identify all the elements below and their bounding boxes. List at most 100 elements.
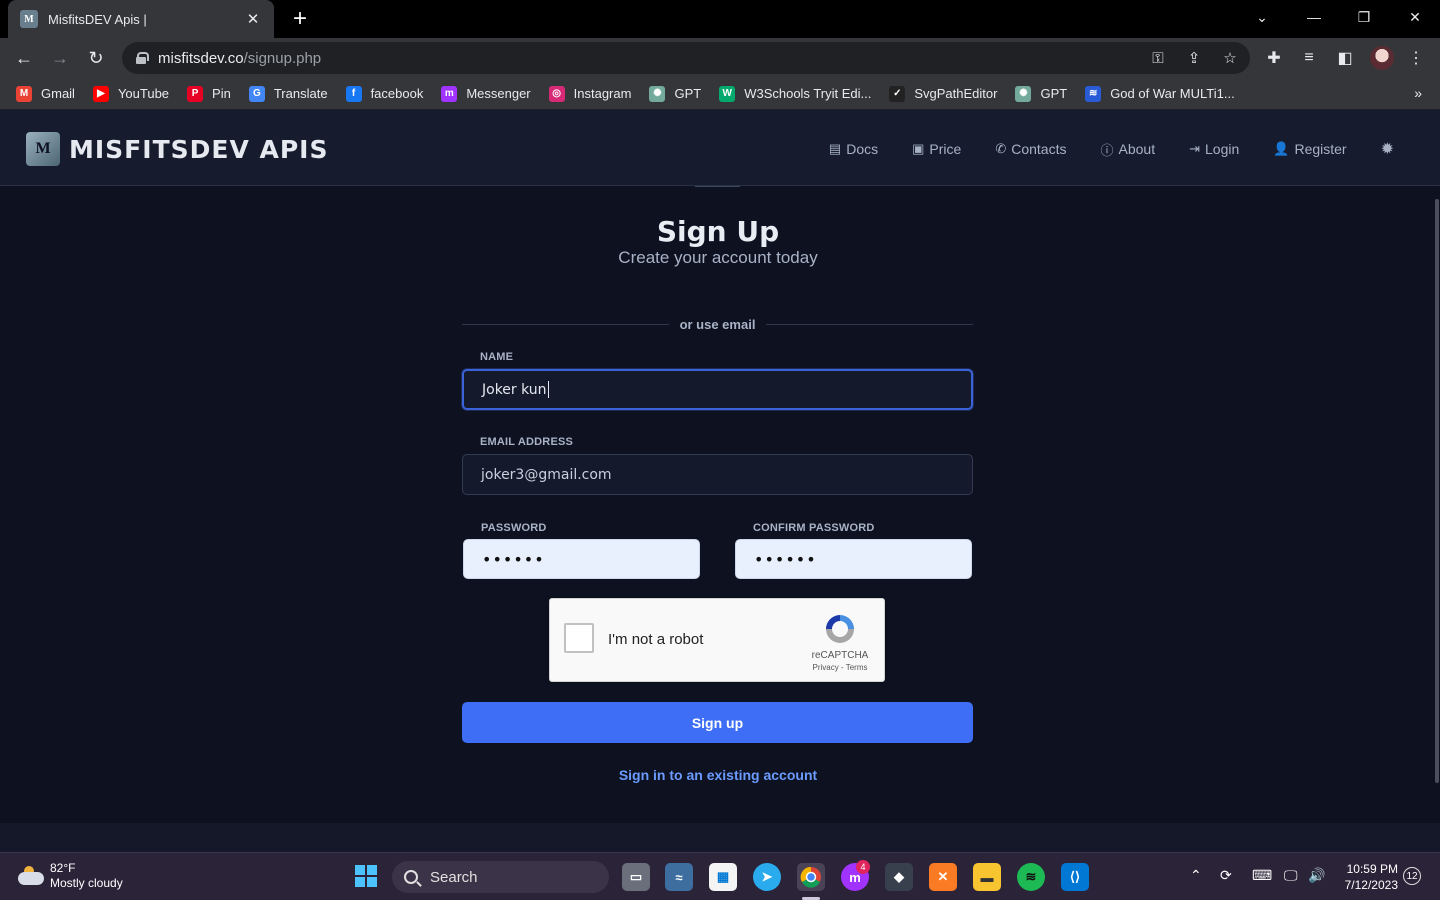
nav-login[interactable]: ⇥ Login: [1189, 141, 1239, 157]
site-logo[interactable]: M MISFITSDEV APIS: [26, 132, 328, 166]
tab-close-icon[interactable]: ✕: [244, 10, 262, 28]
page-scrollbar[interactable]: [1434, 187, 1440, 823]
bookmark-label: GPT: [674, 86, 702, 101]
bookmarks-overflow-icon[interactable]: »: [1414, 85, 1422, 101]
bookmark-item[interactable]: m Messenger: [441, 85, 531, 102]
minimize-icon[interactable]: —: [1291, 0, 1337, 34]
show-hidden-icons-icon[interactable]: ⌃: [1190, 867, 1202, 884]
nav-about[interactable]: ⓘ About: [1100, 140, 1155, 159]
chrome-menu-icon[interactable]: ⋮: [1404, 46, 1428, 70]
nav-docs[interactable]: ▤ Docs: [829, 141, 878, 157]
restore-icon[interactable]: ❐: [1341, 0, 1387, 34]
nav-label: Login: [1205, 141, 1240, 157]
password-input[interactable]: ••••••: [463, 539, 700, 579]
bookmark-item[interactable]: P Pin: [187, 85, 231, 102]
pinterest-icon: P: [187, 85, 204, 102]
media-queue-icon[interactable]: ≡: [1297, 46, 1321, 70]
vscode-icon[interactable]: ⟨⟩: [1061, 863, 1089, 891]
spotify-icon[interactable]: ≋: [1017, 863, 1045, 891]
recaptcha-brand: reCAPTCHA: [811, 650, 869, 661]
nav-label: Contacts: [1011, 141, 1067, 157]
bookmark-item[interactable]: ✺ GPT: [1015, 85, 1067, 102]
main-nav: ▤ Docs ▣ Price ✆ Contacts ⓘ About ⇥ Login 👤 Registe…: [795, 139, 1394, 159]
network-icon[interactable]: 🖵: [1284, 867, 1298, 884]
chrome-taskbar-icon[interactable]: [797, 863, 825, 891]
file-explorer-icon[interactable]: ▬: [973, 863, 1001, 891]
notification-center-badge[interactable]: 12: [1403, 867, 1421, 885]
address-bar[interactable]: misfitsdev.co/signup.php ⚿ ⇪ ☆: [122, 42, 1250, 74]
lock-icon[interactable]: [136, 52, 149, 64]
name-label: NAME: [480, 351, 514, 363]
reload-icon[interactable]: ↻: [82, 44, 110, 72]
nav-price[interactable]: ▣ Price: [912, 141, 961, 157]
sign-in-link[interactable]: Sign in to an existing account: [0, 767, 1436, 783]
name-input[interactable]: Joker kun: [462, 369, 973, 410]
volume-icon[interactable]: 🔊: [1308, 867, 1325, 884]
clock-time: 10:59 PM: [1346, 862, 1398, 876]
share-icon[interactable]: ⇪: [1182, 46, 1206, 70]
sign-up-button[interactable]: Sign up: [462, 702, 973, 743]
password-value: ••••••: [482, 549, 545, 569]
bookmark-item[interactable]: W W3Schools Tryit Edi...: [719, 85, 871, 102]
browser-tab-active[interactable]: M MisfitsDEV Apis | ✕: [8, 0, 274, 38]
scrollbar-thumb[interactable]: [1435, 199, 1439, 783]
password-key-icon[interactable]: ⚿: [1146, 46, 1170, 70]
weather-condition: Mostly cloudy: [50, 876, 123, 890]
sync-icon[interactable]: ⟳: [1220, 867, 1232, 884]
profile-avatar[interactable]: [1370, 46, 1394, 70]
tab-search-chevron-icon[interactable]: ⌄: [1239, 0, 1285, 34]
or-divider: or use email: [462, 314, 973, 334]
email-input[interactable]: joker3@gmail.com: [462, 454, 973, 495]
search-icon: [404, 870, 418, 884]
nav-contacts[interactable]: ✆ Contacts: [995, 141, 1066, 157]
divider-line: [462, 323, 669, 325]
taskbar-search[interactable]: Search: [392, 861, 609, 893]
bookmark-item[interactable]: ▶ YouTube: [92, 85, 169, 102]
text-caret: [547, 381, 549, 398]
bookmark-label: SvgPathEditor: [914, 86, 998, 101]
bookmark-item[interactable]: ✺ GPT: [649, 85, 702, 102]
extensions-icon[interactable]: ✚: [1262, 46, 1286, 70]
email-label: EMAIL ADDRESS: [480, 436, 574, 448]
bookmark-item[interactable]: ✓ SvgPathEditor: [889, 85, 998, 102]
xampp-icon[interactable]: ✕: [929, 863, 957, 891]
side-panel-icon[interactable]: ◧: [1333, 46, 1357, 70]
recaptcha-privacy-terms[interactable]: Privacy - Terms: [800, 663, 880, 672]
system-clock[interactable]: 10:59 PM 7/12/2023: [1332, 861, 1398, 893]
photos-icon[interactable]: ≈: [665, 863, 693, 891]
keyboard-icon[interactable]: ⌨: [1252, 867, 1272, 884]
confirm-password-value: ••••••: [754, 549, 817, 569]
cloudy-weather-icon: [18, 866, 44, 886]
chatgpt-icon: ✺: [649, 85, 666, 102]
money-icon: ▣: [912, 141, 925, 156]
confirm-password-input[interactable]: ••••••: [735, 539, 972, 579]
windows-start-icon[interactable]: [352, 862, 380, 890]
telegram-icon[interactable]: ➤: [753, 863, 781, 891]
logo-mark-icon: M: [26, 132, 60, 166]
bookmark-item[interactable]: G Translate: [248, 85, 328, 102]
nav-label: Price: [929, 141, 962, 157]
microsoft-store-icon[interactable]: ▦: [709, 863, 737, 891]
theme-toggle-icon[interactable]: ✹: [1381, 139, 1394, 159]
instagram-icon: ◎: [548, 85, 565, 102]
forward-icon[interactable]: →: [46, 44, 74, 72]
unity-icon[interactable]: ◆: [885, 863, 913, 891]
nav-register[interactable]: 👤 Register: [1273, 141, 1346, 157]
url-domain: misfitsdev.co: [158, 49, 244, 67]
bookmark-item[interactable]: f facebook: [345, 85, 423, 102]
messenger-badge: 4: [856, 860, 870, 874]
back-icon[interactable]: ←: [10, 44, 38, 72]
bookmark-star-icon[interactable]: ☆: [1218, 46, 1242, 70]
task-view-icon[interactable]: ▭: [622, 863, 650, 891]
windows-taskbar: 82°F Mostly cloudy Search ▭ ≈ ▦ ➤ m 4 ◆ …: [0, 852, 1440, 900]
gmail-icon: M: [16, 85, 32, 102]
weather-widget[interactable]: 82°F Mostly cloudy: [18, 861, 123, 891]
bookmark-item[interactable]: ≋ God of War MULTi1...: [1085, 85, 1235, 102]
close-window-icon[interactable]: ✕: [1392, 0, 1438, 34]
recaptcha-checkbox[interactable]: [564, 623, 594, 653]
bookmark-item[interactable]: ◎ Instagram: [548, 85, 631, 102]
clock-date: 7/12/2023: [1344, 878, 1398, 892]
new-tab-icon[interactable]: +: [289, 6, 311, 32]
name-value: Joker kun: [482, 381, 547, 398]
bookmark-item[interactable]: M Gmail: [16, 85, 75, 102]
